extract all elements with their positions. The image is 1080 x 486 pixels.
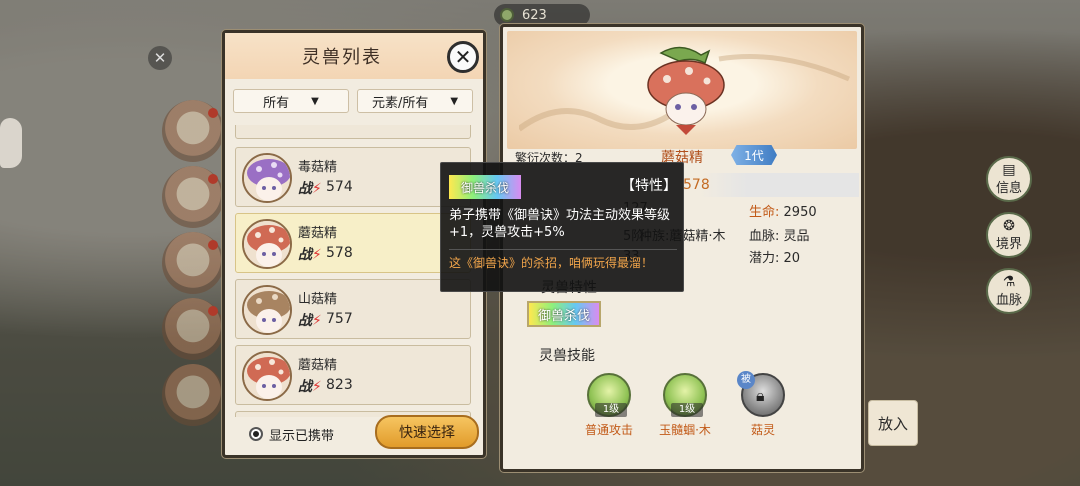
pet-card-selected[interactable]: 蘑菇精 战⚡ 578 (235, 213, 471, 273)
show-carried-radio[interactable] (249, 427, 263, 441)
tooltip-flavor-text: 这《御兽诀》的杀招，咱俩玩得最溜！ (449, 256, 654, 270)
tooltip-divider (449, 249, 677, 250)
pet-card[interactable]: 蘑菇精 战⚡ 823 (235, 345, 471, 405)
pet-name: 蘑菇精 (298, 358, 338, 373)
filter-element-dropdown[interactable]: 元素/所有 ▼ (357, 89, 473, 113)
quick-select-button[interactable]: 快速选择 (375, 415, 479, 449)
currency-value: 623 (522, 7, 547, 23)
power-value: 578 (683, 177, 710, 193)
pet-list-footer: 显示已携带 快速选择 (225, 411, 483, 455)
realm-flame-icon: ❂ (1003, 217, 1015, 234)
pet-avatar (242, 153, 292, 203)
background-character (0, 118, 22, 168)
stat-bloodline: 血脉: 灵品 (749, 229, 810, 244)
generation-badge: 1代 (731, 145, 777, 165)
skill-name: 玉髓蝈·木 (659, 423, 711, 437)
filter-type-dropdown[interactable]: 所有 ▼ (233, 89, 349, 113)
passive-tag: 被 (737, 371, 755, 389)
currency-counter: 623 (494, 4, 590, 26)
notification-dot (208, 240, 218, 250)
stat-potential: 潜力: 20 (749, 251, 801, 266)
realm-label: 境界 (995, 236, 1022, 252)
bloodline-label: 血脉 (995, 292, 1022, 308)
notification-dot (208, 174, 218, 184)
power-ribbon (699, 173, 859, 197)
pet-power: 823 (326, 377, 353, 393)
battle-power-icon: 战⚡ (298, 181, 322, 197)
battle-power-icon: 战⚡ (298, 379, 322, 395)
background-avatar (162, 364, 224, 426)
pet-portrait-area (507, 31, 857, 149)
close-icon: ✕ (454, 45, 472, 69)
put-in-button[interactable]: 放入 (868, 400, 918, 446)
skill-name: 菇灵 (750, 423, 775, 437)
grasshopper-skill-icon[interactable]: 1级 (663, 373, 707, 417)
pet-avatar (242, 285, 292, 335)
spirit-stone-icon (500, 8, 514, 22)
bloodline-button[interactable]: ⚗ 血脉 (986, 268, 1032, 314)
pet-name: 蘑菇精 (298, 226, 338, 241)
lock-skill-icon[interactable]: 被 🔒︎ (737, 371, 785, 417)
pet-name: 毒菇精 (298, 160, 338, 175)
pet-list-header: 灵兽列表 (225, 33, 483, 79)
filter-type-label: 所有 (263, 95, 290, 111)
battle-power-icon: 战⚡ (298, 247, 322, 263)
trait-tooltip: 御兽杀伐 【特性】 弟子携带《御兽诀》功法主动效果等级+1，灵兽攻击+5% 这《… (440, 162, 684, 292)
notification-dot (208, 306, 218, 316)
tooltip-tag: 【特性】 (621, 178, 677, 194)
background-close-icon: ✕ (148, 46, 172, 70)
pet-power: 757 (326, 311, 353, 327)
realm-button[interactable]: ❂ 境界 (986, 212, 1032, 258)
pet-card-partial[interactable] (235, 125, 471, 139)
info-button[interactable]: ▤ 信息 (986, 156, 1032, 202)
leaf-skill-icon[interactable]: 1级 (587, 373, 631, 417)
info-label: 信息 (995, 180, 1022, 196)
pet-power: 574 (326, 179, 353, 195)
tooltip-description: 弟子携带《御兽诀》功法主动效果等级+1，灵兽攻击+5% (449, 208, 671, 240)
notification-dot (208, 108, 218, 118)
pet-card[interactable]: 山菇精 战⚡ 757 (235, 279, 471, 339)
bloodline-flask-icon: ⚗ (1002, 273, 1016, 290)
filter-element-label: 元素/所有 (371, 95, 429, 111)
pet-card[interactable]: 毒菇精 战⚡ 574 (235, 147, 471, 207)
skills-section-title: 灵兽技能 (539, 348, 595, 364)
pet-name: 山菇精 (298, 292, 338, 307)
pet-avatar (242, 351, 292, 401)
chevron-down-icon: ▼ (450, 95, 459, 107)
info-scroll-icon: ▤ (1002, 161, 1016, 178)
tooltip-trait-chip: 御兽杀伐 (449, 175, 521, 199)
trait-chip[interactable]: 御兽杀伐 (527, 301, 601, 327)
pet-power: 578 (326, 245, 353, 261)
battle-power-icon: 战⚡ (298, 313, 322, 329)
skill-level: 1级 (595, 403, 627, 417)
stat-hp: 生命: 2950 (749, 205, 817, 220)
skill-level: 1级 (671, 403, 703, 417)
mushroom-pet-portrait (647, 46, 725, 135)
lock-icon: 🔒︎ (756, 386, 765, 405)
show-carried-label: 显示已携带 (269, 429, 335, 444)
pet-avatar (242, 219, 292, 269)
chevron-down-icon: ▼ (311, 95, 319, 107)
close-button[interactable]: ✕ (447, 41, 479, 73)
pet-list-title: 灵兽列表 (302, 47, 382, 68)
